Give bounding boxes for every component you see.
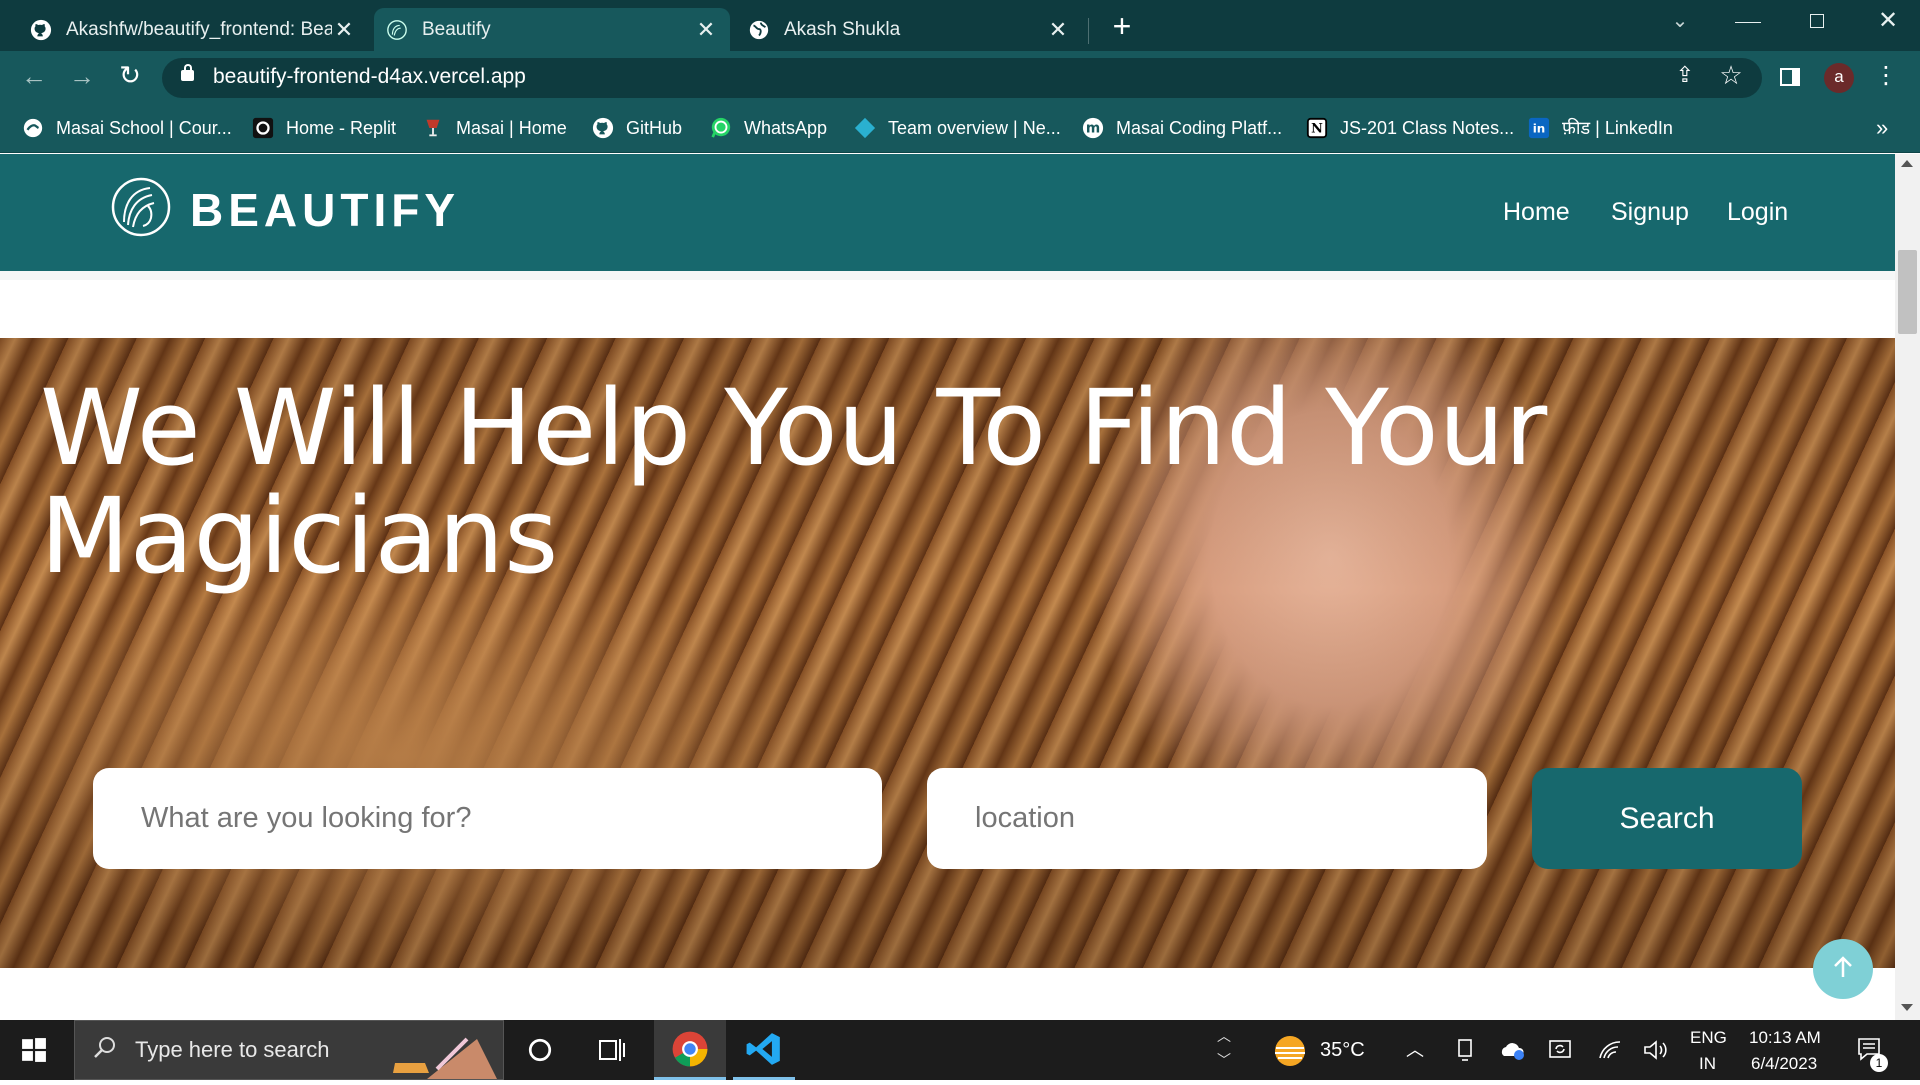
bookmark-star-icon[interactable]: ☆: [1716, 60, 1746, 90]
meet-now-icon[interactable]: [1456, 1038, 1476, 1067]
nav-login-link[interactable]: Login: [1727, 198, 1788, 227]
taskbar-search-box[interactable]: Type here to search: [74, 1020, 504, 1080]
side-panel-icon[interactable]: [1780, 68, 1800, 86]
clock-date[interactable]: 6/4/2023: [1751, 1054, 1817, 1074]
location-input[interactable]: [927, 768, 1487, 869]
service-search-input[interactable]: [93, 768, 882, 869]
whatsapp-icon: [710, 117, 732, 139]
weather-temperature[interactable]: 35°C: [1320, 1039, 1365, 1062]
tab-beautify[interactable]: Beautify ✕: [374, 8, 730, 51]
linkedin-icon: in: [1528, 117, 1550, 139]
beautify-logo-icon: [110, 176, 172, 243]
scroll-to-top-button[interactable]: [1813, 939, 1873, 999]
close-tab-icon[interactable]: ✕: [332, 17, 356, 43]
onedrive-icon[interactable]: [1500, 1038, 1526, 1067]
browser-toolbar: ← → ↻ beautify-frontend-d4ax.vercel.app …: [0, 51, 1920, 103]
browser-tab-bar: Akashfw/beautify_frontend: Beau ✕ Beauti…: [0, 0, 1920, 51]
notification-count-badge: 1: [1870, 1054, 1888, 1072]
taskbar-search-placeholder: Type here to search: [135, 1037, 330, 1062]
replit-icon: [252, 117, 274, 139]
close-tab-icon[interactable]: ✕: [1046, 17, 1070, 43]
cortana-icon[interactable]: [520, 1030, 560, 1070]
beautify-logo-icon: [386, 19, 408, 41]
back-icon[interactable]: ←: [18, 61, 50, 93]
profile-avatar[interactable]: a: [1824, 63, 1854, 93]
kebab-menu-icon[interactable]: ⋮: [1874, 61, 1898, 91]
bookmark-masai-coding[interactable]: m Masai Coding Platf...: [1082, 115, 1282, 141]
taskbar-vscode-app[interactable]: [733, 1020, 795, 1080]
page-viewport: BEAUTIFY Home Signup Login We Will Help …: [0, 154, 1895, 1020]
bookmark-js201-notes[interactable]: N JS-201 Class Notes...: [1306, 115, 1514, 141]
globe-icon: [748, 19, 770, 41]
volume-icon[interactable]: [1642, 1038, 1668, 1067]
close-tab-icon[interactable]: ✕: [694, 17, 718, 43]
nav-signup-link[interactable]: Signup: [1611, 198, 1689, 227]
m-icon: m: [1082, 117, 1104, 139]
bookmarks-overflow-icon[interactable]: »: [1876, 115, 1888, 141]
close-window-icon[interactable]: ✕: [1874, 6, 1902, 34]
language-indicator-bottom[interactable]: IN: [1699, 1054, 1716, 1074]
search-icon: [93, 1035, 117, 1065]
github-icon: [30, 19, 52, 41]
weather-sun-icon[interactable]: [1270, 1034, 1310, 1073]
taskbar-scroll-arrows-icon[interactable]: ︿ ﹀: [1214, 1024, 1234, 1076]
site-navbar: BEAUTIFY Home Signup Login: [0, 154, 1895, 271]
tab-title: Akashfw/beautify_frontend: Beau: [66, 18, 332, 40]
chrome-icon: [671, 1030, 709, 1073]
diamond-icon: [854, 117, 876, 139]
navbar-shadow: [0, 271, 1895, 280]
tray-chevron-up-icon[interactable]: ︿: [1406, 1036, 1424, 1062]
tab-search-chevron-icon[interactable]: ⌄: [1666, 8, 1694, 36]
sync-icon[interactable]: [1548, 1038, 1572, 1067]
bookmark-linkedin[interactable]: in फ़ीड | LinkedIn: [1528, 115, 1673, 141]
taskbar-chrome-app[interactable]: [654, 1020, 726, 1080]
windows-start-icon[interactable]: [14, 1030, 54, 1070]
url-text[interactable]: beautify-frontend-d4ax.vercel.app: [213, 65, 526, 89]
tab-title: Beautify: [422, 18, 491, 40]
search-highlight-art-icon: [387, 1029, 497, 1085]
reload-icon[interactable]: ↻: [114, 60, 146, 92]
svg-text:m: m: [1086, 121, 1100, 137]
windows-taskbar: Type here to search ︿ ﹀ 35°C ︿ ENG IN 10:…: [0, 1020, 1920, 1080]
masai-icon: [22, 117, 44, 139]
clock-time[interactable]: 10:13 AM: [1749, 1028, 1821, 1048]
restore-icon[interactable]: [1810, 14, 1824, 28]
tab-akash-shukla[interactable]: Akash Shukla ✕: [736, 8, 1082, 51]
lock-shackle: [184, 64, 192, 73]
bookmark-masai-school[interactable]: Masai School | Cour...: [22, 115, 232, 141]
arrow-up-icon: [1832, 955, 1854, 984]
minimize-icon[interactable]: [1735, 12, 1761, 23]
bookmarks-bar: Masai School | Cour... Home - Replit Mas…: [0, 103, 1920, 153]
bookmark-replit[interactable]: Home - Replit: [252, 115, 396, 141]
hero-title: We Will Help You To Find Your Magicians: [40, 367, 1548, 597]
tab-separator: [1088, 18, 1089, 44]
notion-icon: N: [1306, 117, 1328, 139]
share-icon[interactable]: ⇪: [1670, 62, 1700, 92]
language-indicator-top[interactable]: ENG: [1690, 1028, 1727, 1048]
github-icon: [592, 117, 614, 139]
task-view-icon[interactable]: [592, 1030, 632, 1070]
vscode-icon: [745, 1030, 783, 1073]
nav-home-link[interactable]: Home: [1503, 198, 1570, 227]
scrollbar-thumb[interactable]: [1898, 250, 1917, 334]
bookmark-whatsapp[interactable]: WhatsApp: [710, 115, 827, 141]
bookmark-github[interactable]: GitHub: [592, 115, 682, 141]
tab-title: Akash Shukla: [784, 18, 901, 40]
hero-banner: We Will Help You To Find Your Magicians …: [0, 338, 1895, 968]
svg-text:N: N: [1311, 122, 1323, 137]
new-tab-icon[interactable]: +: [1108, 8, 1136, 44]
forward-icon[interactable]: →: [66, 61, 98, 93]
scroll-up-arrow-icon[interactable]: [1901, 160, 1913, 167]
tab-github[interactable]: Akashfw/beautify_frontend: Beau ✕: [18, 8, 368, 51]
brand-name: BEAUTIFY: [190, 183, 460, 236]
wifi-icon[interactable]: [1598, 1038, 1622, 1067]
search-button[interactable]: Search: [1532, 768, 1802, 869]
svg-text:in: in: [1533, 122, 1546, 136]
masai-cup-icon: [422, 117, 444, 139]
bookmark-masai-home[interactable]: Masai | Home: [422, 115, 567, 141]
scroll-down-arrow-icon[interactable]: [1901, 1004, 1913, 1011]
bookmark-team-overview[interactable]: Team overview | Ne...: [854, 115, 1061, 141]
brand-logo[interactable]: BEAUTIFY: [110, 176, 460, 243]
